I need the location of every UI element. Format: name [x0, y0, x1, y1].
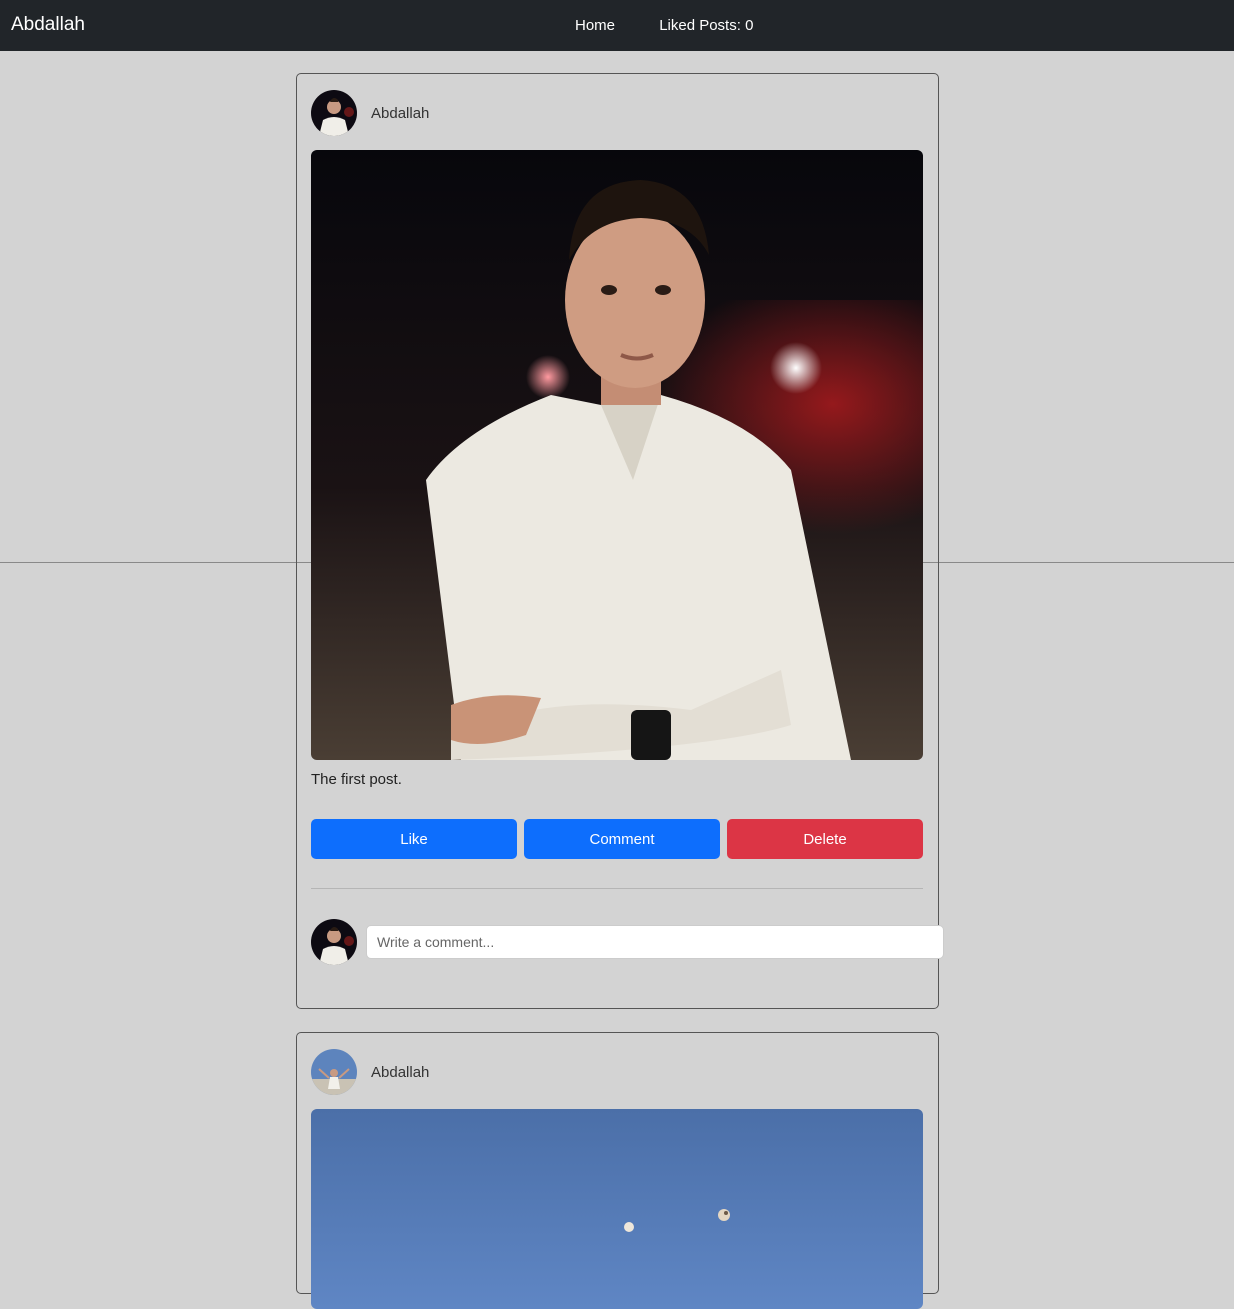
comment-input[interactable] — [366, 925, 944, 959]
post-header: Abdallah — [311, 89, 429, 137]
nav-link-liked-posts[interactable]: Liked Posts: 0 — [659, 17, 753, 34]
post-image[interactable] — [311, 150, 923, 760]
post-caption: The first post. — [311, 771, 402, 788]
navbar-brand[interactable]: Abdallah — [11, 14, 85, 36]
comment-avatar — [311, 919, 357, 965]
comment-button[interactable]: Comment — [524, 819, 720, 859]
divider — [311, 888, 923, 889]
delete-button[interactable]: Delete — [727, 819, 923, 859]
post-author[interactable]: Abdallah — [371, 1064, 429, 1081]
post-card: Abdallah — [296, 73, 944, 1009]
avatar[interactable] — [311, 90, 357, 136]
post-author[interactable]: Abdallah — [371, 105, 429, 122]
post-image[interactable] — [311, 1109, 923, 1309]
nav-links: Home Liked Posts: 0 — [575, 17, 793, 34]
post-header: Abdallah — [311, 1048, 429, 1096]
navbar: Abdallah Home Liked Posts: 0 — [0, 0, 1234, 51]
like-button[interactable]: Like — [311, 819, 517, 859]
post-card: Abdallah — [296, 1032, 939, 1309]
avatar[interactable] — [311, 1049, 357, 1095]
nav-link-home[interactable]: Home — [575, 17, 615, 34]
